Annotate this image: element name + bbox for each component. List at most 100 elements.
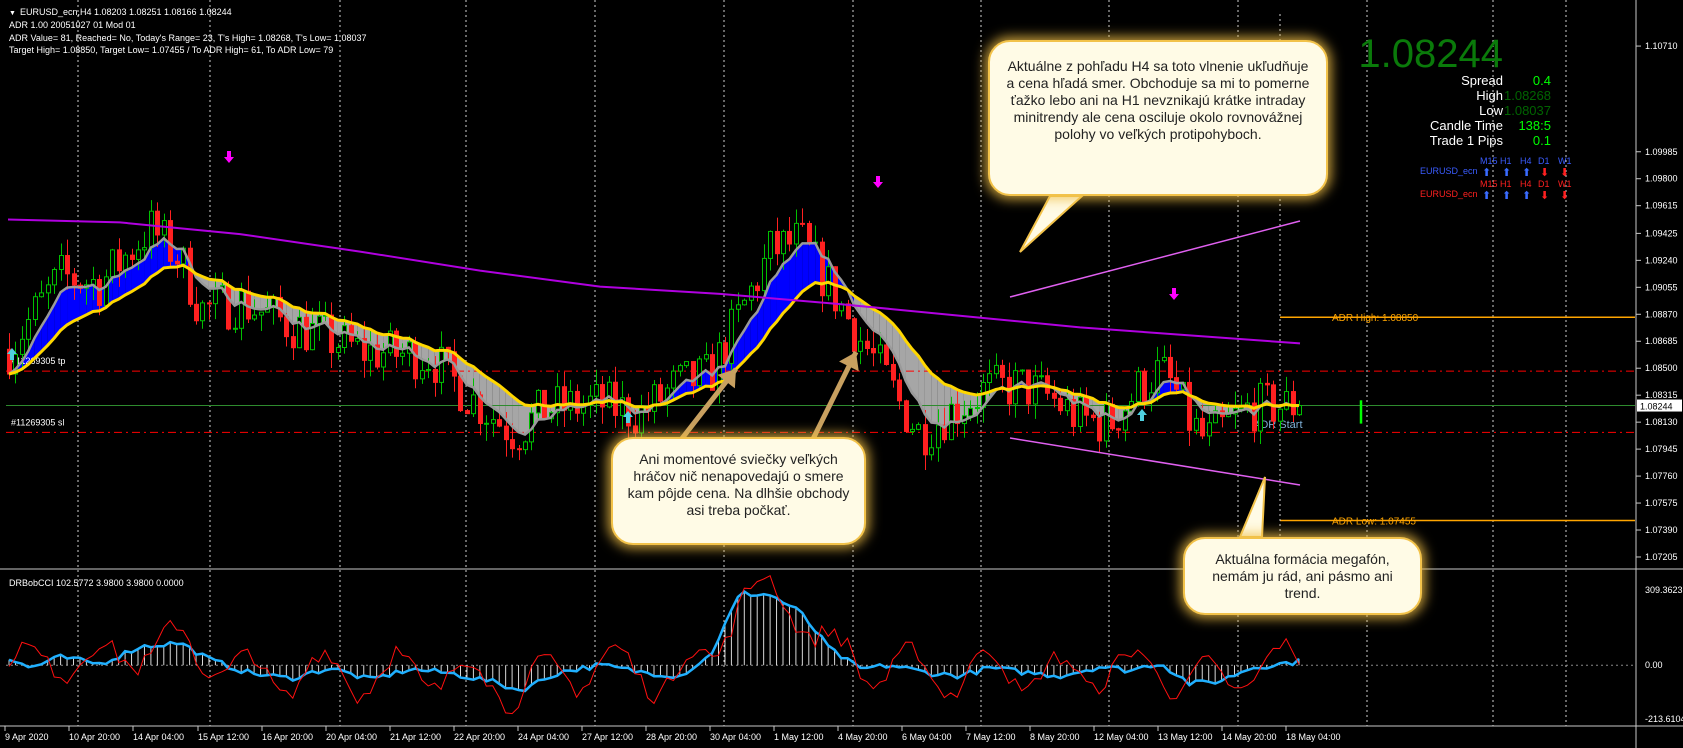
info-row-label: Low <box>1479 103 1503 118</box>
candle-body <box>865 340 870 350</box>
candle-body <box>846 303 851 320</box>
cci-tick-label: 0.00 <box>1645 660 1663 670</box>
candle-body <box>458 375 463 412</box>
time-tick-label: 22 Apr 20:00 <box>454 732 505 742</box>
annotation-top: Aktuálne z pohľadu H4 sa toto vlnenie uk… <box>988 40 1328 196</box>
candle-body <box>433 369 438 383</box>
candle-body <box>207 302 212 305</box>
candle-body <box>1020 369 1025 372</box>
candle-body <box>65 255 70 275</box>
time-tick-label: 27 Apr 12:00 <box>582 732 633 742</box>
info-row-value: 0.1 <box>1532 133 1551 148</box>
candle-body <box>317 315 322 324</box>
mtf-timeframe-label: M15 <box>1480 156 1498 166</box>
time-tick-label: 14 May 20:00 <box>1222 732 1277 742</box>
candle-body <box>968 407 973 417</box>
candle-body <box>794 222 799 245</box>
annotation-right: Aktuálna formácia megafón, nemám ju rád,… <box>1183 537 1422 615</box>
candle-body <box>800 222 805 225</box>
candle-body <box>633 425 638 434</box>
candle-body <box>1207 422 1212 437</box>
mtf-arrow-down-icon: ⬇ <box>1540 190 1550 202</box>
candle-body <box>136 249 141 260</box>
candle-body <box>1194 417 1199 431</box>
mtf-arrow-up-icon: ⬆ <box>1522 167 1532 179</box>
candle-body <box>329 314 334 354</box>
candle-body <box>413 341 418 380</box>
candle-body <box>284 316 289 338</box>
candle-body <box>336 346 341 354</box>
candle-body <box>188 247 193 305</box>
candle-body <box>33 296 38 321</box>
time-tick-label: 30 Apr 04:00 <box>710 732 761 742</box>
time-tick-label: 12 May 04:00 <box>1094 732 1149 742</box>
time-tick-label: 24 Apr 04:00 <box>518 732 569 742</box>
candle-body <box>194 303 199 322</box>
time-tick-label: 9 Apr 2020 <box>5 732 49 742</box>
candle-body <box>781 230 786 255</box>
mtf-timeframe-label: D1 <box>1538 179 1550 189</box>
candle-body <box>1200 417 1205 437</box>
candle-body <box>852 318 857 352</box>
candle-body <box>355 338 360 342</box>
ma-cloud-segment <box>931 373 938 424</box>
price-tick-label: 1.07205 <box>1645 552 1678 562</box>
price-tick-label: 1.08685 <box>1645 336 1678 346</box>
candle-body <box>671 370 676 389</box>
candle-body <box>929 447 934 456</box>
time-tick-label: 21 Apr 12:00 <box>390 732 441 742</box>
candle-body <box>1000 364 1005 378</box>
candle-body <box>426 369 431 372</box>
candle-body <box>678 365 683 372</box>
mtf-symbol-label: EURUSD_ecn <box>1420 189 1478 199</box>
info-row-label: Trade 1 Pips <box>1429 133 1503 148</box>
time-tick-label: 14 Apr 04:00 <box>133 732 184 742</box>
chart-title: EURUSD_ecn,H4 1.08203 1.08251 1.08166 1.… <box>9 7 232 19</box>
mtf-timeframe-label: H4 <box>1520 179 1532 189</box>
candle-body <box>72 273 77 286</box>
info-row-label: Spread <box>1461 73 1503 88</box>
mtf-timeframe-label: M15 <box>1480 179 1498 189</box>
candle-body <box>110 249 115 278</box>
candle-body <box>239 290 244 329</box>
mtf-arrow-up-icon: ⬆ <box>1502 167 1512 179</box>
adr-targets-line: Target High= 1.08850, Target Low= 1.0745… <box>9 45 334 55</box>
time-tick-label: 18 May 04:00 <box>1286 732 1341 742</box>
price-tick-label: 1.08500 <box>1645 363 1678 373</box>
candle-body <box>891 364 896 381</box>
info-row-label: Candle Time <box>1430 118 1503 133</box>
candle-body <box>142 247 147 251</box>
price-chart[interactable]: ADR High: 1.08850 ADR Low: 1.07455 #112693… <box>0 0 1683 748</box>
candle-body <box>1052 392 1057 399</box>
cci-header: DRBobCCI 102.5772 3.9800 3.9800 0.0000 <box>9 578 184 588</box>
price-tick-label: 1.09055 <box>1645 282 1678 292</box>
price-tick-label: 1.07575 <box>1645 498 1678 508</box>
mtf-arrow-up-icon: ⬆ <box>1502 190 1512 202</box>
candle-body <box>1278 408 1283 422</box>
cci-tick-label: 309.3623 <box>1645 585 1683 595</box>
candle-body <box>897 379 902 402</box>
candle-body <box>465 410 470 415</box>
candle-body <box>39 292 44 298</box>
candle-body <box>104 276 109 306</box>
candle-body <box>697 358 702 387</box>
candle-body <box>484 422 489 425</box>
candle-body <box>684 361 689 367</box>
time-tick-label: 20 Apr 04:00 <box>326 732 377 742</box>
sl-label: #11269305 sl <box>11 417 64 427</box>
candle-body <box>20 338 25 355</box>
candle-body <box>252 314 257 320</box>
current-price-tag-label: 1.08244 <box>1640 402 1673 412</box>
candle-body <box>994 364 999 375</box>
candle-body <box>594 384 599 397</box>
adr-header-line: ADR 1.00 20051027 01 Mod 01 <box>9 20 136 30</box>
candle-body <box>742 299 747 306</box>
big-price: 1.08244 <box>1358 32 1503 76</box>
time-tick-label: 13 May 12:00 <box>1158 732 1213 742</box>
candle-body <box>420 370 425 380</box>
mtf-arrow-up-icon: ⬆ <box>1522 190 1532 202</box>
price-tick-label: 1.07390 <box>1645 525 1678 535</box>
candle-body <box>1271 384 1276 422</box>
chart-window[interactable]: ADR High: 1.08850 ADR Low: 1.07455 #112693… <box>0 0 1683 748</box>
candle-body <box>1265 382 1270 386</box>
